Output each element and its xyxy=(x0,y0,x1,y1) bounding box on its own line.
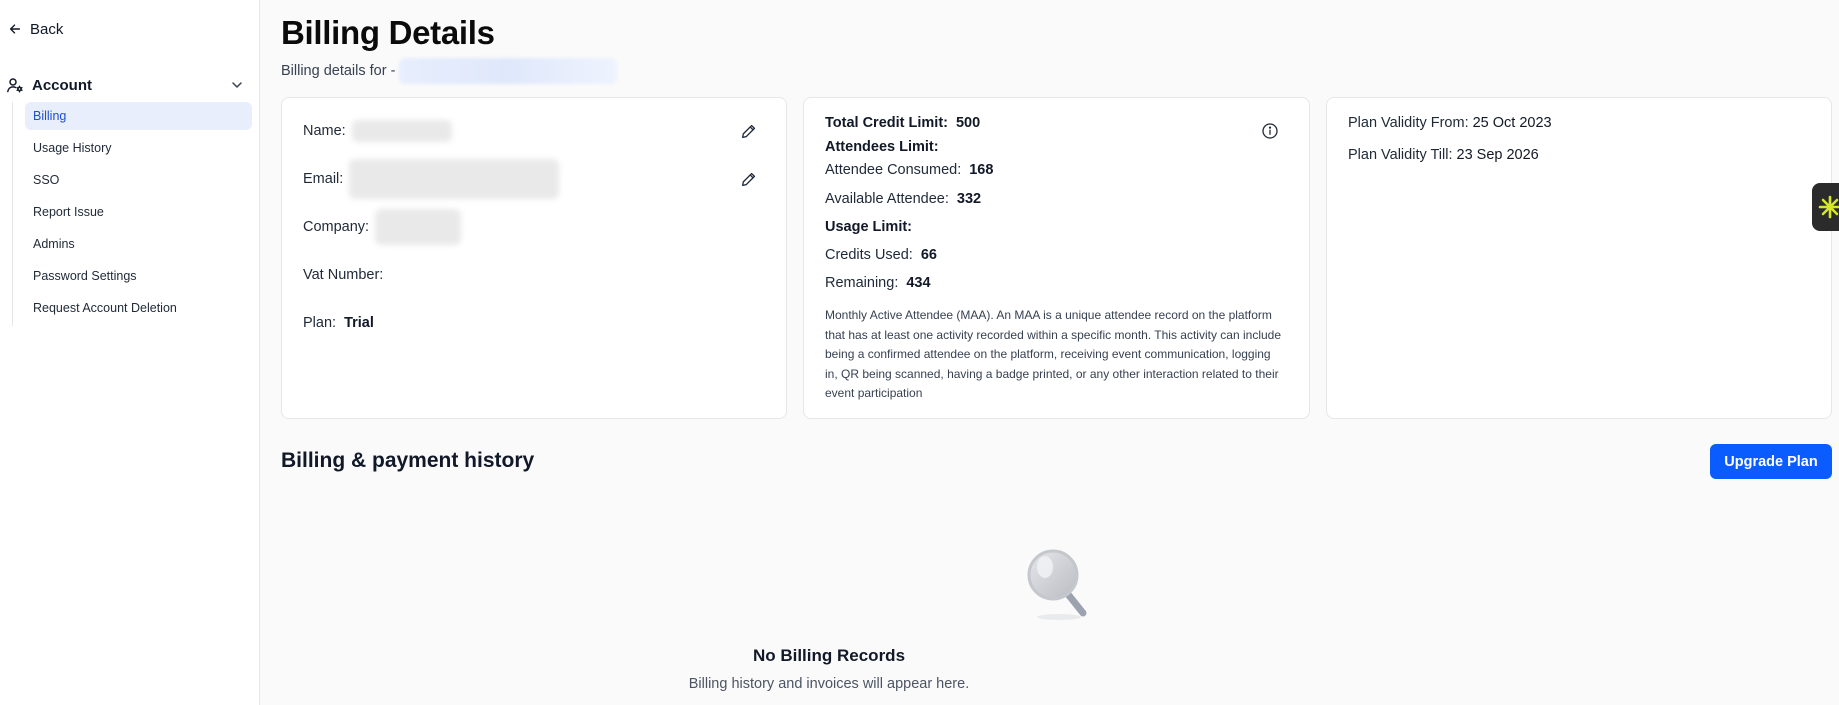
available-attendee-value: 332 xyxy=(956,191,982,207)
credits-used-row: Credits Used: 66 xyxy=(825,245,937,265)
maa-description: Monthly Active Attendee (MAA). An MAA is… xyxy=(825,308,1282,400)
redacted-name xyxy=(351,120,452,142)
total-credit-value: 500 xyxy=(955,115,981,131)
remaining-row: Remaining: 434 xyxy=(825,273,931,293)
attendees-limit-heading: Attendees Limit: xyxy=(825,139,939,155)
usage-limit-heading: Usage Limit: xyxy=(825,219,913,235)
attendee-consumed-label: Attendee Consumed: xyxy=(825,162,962,178)
sidebar-item-usage-history[interactable]: Usage History xyxy=(25,134,252,162)
chevron-down-icon xyxy=(232,82,242,88)
limits-card: Total Credit Limit: 500 Attendees Limit:… xyxy=(803,97,1310,419)
email-row: Email: xyxy=(303,159,560,199)
page-title: Billing Details xyxy=(281,14,495,51)
redacted-account-name xyxy=(399,58,618,84)
app-root: Back Account Billing Usage History SSO R… xyxy=(0,0,1839,705)
remaining-label: Remaining: xyxy=(825,275,899,291)
account-nav: Billing Usage History SSO Report Issue A… xyxy=(12,102,252,326)
magnifier-icon xyxy=(1027,549,1087,620)
available-attendee-label: Available Attendee: xyxy=(825,191,949,207)
available-attendee-row: Available Attendee: 332 xyxy=(825,189,981,209)
name-label: Name: xyxy=(303,123,346,139)
attendee-consumed-value: 168 xyxy=(969,162,994,178)
sidebar-item-request-account-deletion[interactable]: Request Account Deletion xyxy=(25,294,252,322)
remaining-value: 434 xyxy=(906,275,931,291)
plan-value: Trial xyxy=(344,315,374,331)
redacted-company xyxy=(375,209,462,245)
back-button[interactable]: Back xyxy=(8,18,63,40)
billing-history-title: Billing & payment history xyxy=(281,449,535,472)
pencil-icon xyxy=(741,124,755,138)
plan-row: Plan: Trial xyxy=(303,311,374,335)
main-content: Billing Details Billing details for - Na… xyxy=(281,0,1839,705)
info-button[interactable] xyxy=(1261,122,1279,140)
edit-email-button[interactable] xyxy=(738,169,758,189)
sidebar-item-billing[interactable]: Billing xyxy=(25,102,252,130)
credits-used-label: Credits Used: xyxy=(825,247,913,263)
asterisk-icon xyxy=(1818,195,1839,219)
empty-state-subtitle: Billing history and invoices will appear… xyxy=(688,676,970,692)
info-icon xyxy=(1262,123,1278,139)
credits-used-value: 66 xyxy=(920,247,937,263)
back-label: Back xyxy=(30,20,64,38)
sidebar: Back Account Billing Usage History SSO R… xyxy=(0,0,260,705)
empty-state-title: No Billing Records xyxy=(752,646,906,665)
help-widget-button[interactable] xyxy=(1812,183,1839,231)
company-label: Company: xyxy=(303,219,370,235)
sidebar-item-admins[interactable]: Admins xyxy=(25,230,252,258)
pencil-icon xyxy=(741,172,755,186)
validity-card: Plan Validity From: 25 Oct 2023 Plan Val… xyxy=(1326,97,1832,419)
company-row: Company: xyxy=(303,209,462,245)
subtitle-prefix: Billing details for - xyxy=(281,63,396,79)
edit-name-button[interactable] xyxy=(738,121,758,141)
sidebar-item-report-issue[interactable]: Report Issue xyxy=(25,198,252,226)
attendee-consumed-row: Attendee Consumed: 168 xyxy=(825,160,993,180)
name-row: Name: xyxy=(303,119,452,143)
vat-label: Vat Number: xyxy=(303,267,384,283)
validity-from-label: Plan Validity From: xyxy=(1348,115,1469,131)
account-group-toggle[interactable]: Account xyxy=(6,74,246,96)
account-group-label: Account xyxy=(32,76,92,94)
redacted-email xyxy=(349,159,560,199)
sidebar-item-password-settings[interactable]: Password Settings xyxy=(25,262,252,290)
vat-row: Vat Number: xyxy=(303,263,383,287)
validity-till-row: Plan Validity Till: 23 Sep 2026 xyxy=(1348,145,1539,165)
email-label: Email: xyxy=(303,171,344,187)
page-subtitle: Billing details for - xyxy=(281,58,618,84)
user-settings-icon xyxy=(7,78,23,93)
total-credit-row: Total Credit Limit: 500 xyxy=(825,113,980,133)
profile-card: Name: Email: Company: Vat Number: Plan: … xyxy=(281,97,787,419)
validity-from-row: Plan Validity From: 25 Oct 2023 xyxy=(1348,113,1552,133)
validity-till-label: Plan Validity Till: xyxy=(1348,147,1453,163)
validity-from-value: 25 Oct 2023 xyxy=(1472,115,1552,131)
sidebar-item-sso[interactable]: SSO xyxy=(25,166,252,194)
arrow-left-icon xyxy=(9,24,21,34)
upgrade-plan-button[interactable]: Upgrade Plan xyxy=(1710,444,1832,479)
total-credit-label: Total Credit Limit: xyxy=(825,115,948,131)
plan-label: Plan: xyxy=(303,315,337,331)
validity-till-value: 23 Sep 2026 xyxy=(1456,147,1539,163)
